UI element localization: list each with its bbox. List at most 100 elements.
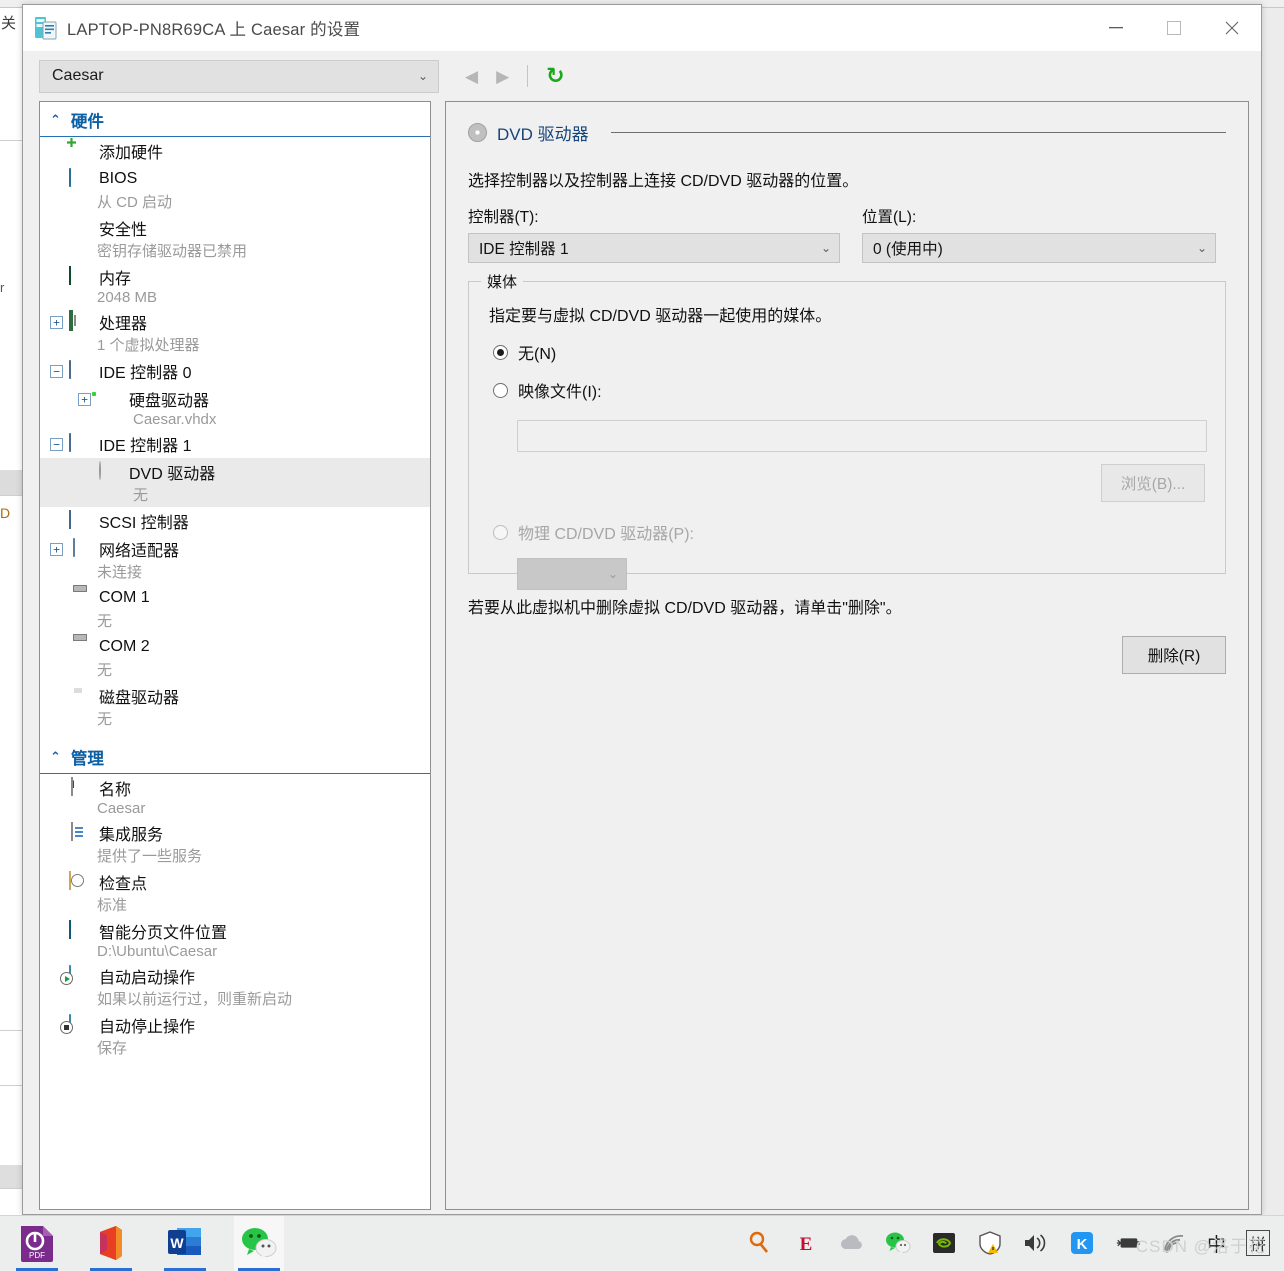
office-icon: [100, 1226, 122, 1260]
cloud-icon[interactable]: [839, 1230, 865, 1256]
nvidia-icon[interactable]: [931, 1230, 957, 1256]
radio-none[interactable]: [493, 344, 508, 360]
vm-selector-value: Caesar: [52, 67, 104, 84]
background-fragment-1: 关: [1, 15, 17, 32]
tree-item-com-2[interactable]: COM 2 无: [40, 633, 430, 682]
automatic-start-icon: [69, 965, 91, 986]
tree-item-label: 名称: [99, 782, 132, 799]
window-body: ⌃ 硬件 添加硬件 BIOS 从 CD 启动 安全性 密钥存储驱动器已禁用 内存…: [23, 101, 1261, 1210]
refresh-icon[interactable]: ↻: [546, 65, 564, 87]
taskbar-wechat[interactable]: [234, 1215, 284, 1271]
security-shield-warning-icon[interactable]: [977, 1230, 1003, 1256]
tree-item-label: COM 2: [99, 638, 150, 655]
tree-item-sublabel: 提供了一些服务: [97, 848, 203, 865]
tree-item-integration-services[interactable]: 集成服务 提供了一些服务: [40, 819, 430, 868]
tree-item-add-hardware[interactable]: 添加硬件: [40, 137, 430, 165]
expander-toggle[interactable]: +: [50, 542, 63, 556]
tree-item-automatic-stop[interactable]: 自动停止操作 保存: [40, 1011, 430, 1060]
maximize-button[interactable]: [1145, 5, 1203, 51]
chevron-down-icon: ⌄: [820, 241, 831, 255]
tree-item-dvd-drive[interactable]: DVD 驱动器 无: [40, 458, 430, 507]
expander-toggle[interactable]: −: [50, 437, 63, 451]
radio-image-file[interactable]: [493, 382, 508, 398]
chevron-down-icon: ⌄: [417, 69, 428, 83]
ime-pinyin-indicator[interactable]: 拼: [1245, 1230, 1270, 1256]
taskbar-tray: E K 中 拼: [747, 1230, 1284, 1257]
svg-text:W: W: [170, 1235, 184, 1251]
forward-arrow-icon[interactable]: ▶: [496, 68, 509, 85]
radio-none-label: 无(N): [518, 346, 557, 363]
tree-section-hardware-label: 硬件: [70, 113, 104, 131]
tree-item-network-adapter[interactable]: + 网络适配器 未连接: [40, 535, 430, 584]
location-dropdown[interactable]: 0 (使用中) ⌄: [862, 233, 1216, 263]
delete-button[interactable]: 删除(R): [1122, 636, 1226, 674]
memory-icon: [69, 266, 91, 287]
tree-item-label: 内存: [99, 271, 132, 288]
taskbar-office[interactable]: [86, 1216, 136, 1271]
hard-drive-icon: [99, 389, 121, 409]
tree-item-label: 检查点: [99, 876, 148, 893]
browse-button[interactable]: 浏览(B)...: [1101, 464, 1205, 502]
image-path-input[interactable]: [517, 420, 1207, 452]
ide-controller-icon: [69, 433, 91, 454]
tree-item-smart-paging[interactable]: 智能分页文件位置 D:\Ubuntu\Caesar: [40, 917, 430, 962]
tree-item-processor[interactable]: + 处理器 1 个虚拟处理器: [40, 308, 430, 357]
tree-section-management[interactable]: ⌃ 管理: [40, 739, 430, 774]
search-magnifier-icon[interactable]: [747, 1230, 773, 1256]
tree-item-label: 智能分页文件位置: [99, 925, 228, 942]
tree-item-automatic-start[interactable]: 自动启动操作 如果以前运行过，则重新启动: [40, 962, 430, 1011]
expander-toggle[interactable]: +: [78, 392, 91, 406]
wechat-icon: [242, 1228, 277, 1259]
back-arrow-icon[interactable]: ◀: [465, 68, 478, 85]
tree-item-memory[interactable]: 内存 2048 MB: [40, 263, 430, 308]
expander-placeholder: [50, 827, 63, 840]
euro-dict-icon[interactable]: E: [793, 1230, 819, 1256]
radio-physical-drive: [493, 524, 508, 540]
expander-placeholder: [50, 592, 63, 605]
vm-selector-dropdown[interactable]: Caesar ⌄: [39, 59, 439, 93]
expander-placeholder: [50, 145, 63, 158]
controller-location-row: 控制器(T): IDE 控制器 1 ⌄ 位置(L): 0 (使用中) ⌄: [468, 205, 1226, 263]
wechat-tray-icon[interactable]: [885, 1230, 911, 1256]
battery-icon[interactable]: [1115, 1230, 1141, 1256]
tree-item-checkpoint[interactable]: 检查点 标准: [40, 868, 430, 917]
minimize-button[interactable]: [1087, 5, 1145, 51]
media-image-option[interactable]: 映像文件(I):: [493, 378, 1207, 402]
expander-toggle[interactable]: +: [50, 315, 63, 329]
ime-mode-indicator[interactable]: 中: [1207, 1230, 1226, 1257]
taskbar-pdf-reader[interactable]: PDF: [12, 1216, 62, 1271]
ide-controller-icon: [69, 360, 91, 381]
tree-item-hard-drive[interactable]: + 硬盘驱动器 Caesar.vhdx: [40, 385, 430, 430]
tree-item-scsi-controller[interactable]: SCSI 控制器: [40, 507, 430, 535]
tree-item-ide-controller-0[interactable]: − IDE 控制器 0: [40, 357, 430, 385]
taskbar-word[interactable]: W: [160, 1216, 210, 1271]
tree-item-sublabel: Caesar: [97, 800, 146, 817]
com-port-icon: [69, 637, 91, 657]
tree-item-name[interactable]: 名称 Caesar: [40, 774, 430, 819]
tree-item-security[interactable]: 安全性 密钥存储驱动器已禁用: [40, 214, 430, 263]
vm-settings-icon: [35, 16, 57, 40]
chevron-down-icon: ⌄: [1196, 241, 1207, 255]
tree-item-label: 硬盘驱动器: [129, 393, 210, 410]
tree-section-management-label: 管理: [70, 750, 104, 768]
settings-tree-pane[interactable]: ⌃ 硬件 添加硬件 BIOS 从 CD 启动 安全性 密钥存储驱动器已禁用 内存…: [39, 101, 431, 1210]
media-groupbox-legend: 媒体: [481, 271, 524, 292]
tree-item-label: 自动停止操作: [99, 1019, 196, 1036]
tree-section-hardware[interactable]: ⌃ 硬件: [40, 102, 430, 137]
tree-item-bios[interactable]: BIOS 从 CD 启动: [40, 165, 430, 214]
expander-placeholder: [50, 876, 63, 889]
expander-toggle[interactable]: −: [50, 364, 63, 378]
kingsoft-icon[interactable]: K: [1069, 1230, 1095, 1256]
tree-item-ide-controller-1[interactable]: − IDE 控制器 1: [40, 430, 430, 458]
close-button[interactable]: [1203, 5, 1261, 51]
wifi-icon[interactable]: [1161, 1230, 1187, 1256]
tree-item-label: BIOS: [99, 170, 138, 187]
controller-dropdown[interactable]: IDE 控制器 1 ⌄: [468, 233, 840, 263]
volume-icon[interactable]: [1023, 1230, 1049, 1256]
media-physical-option: 物理 CD/DVD 驱动器(P):: [493, 520, 1207, 544]
expander-placeholder: [50, 641, 63, 654]
media-none-option[interactable]: 无(N): [493, 340, 1207, 364]
tree-item-floppy-drive[interactable]: 磁盘驱动器 无: [40, 682, 430, 731]
header-rule: [610, 132, 1226, 133]
tree-item-com-1[interactable]: COM 1 无: [40, 584, 430, 633]
